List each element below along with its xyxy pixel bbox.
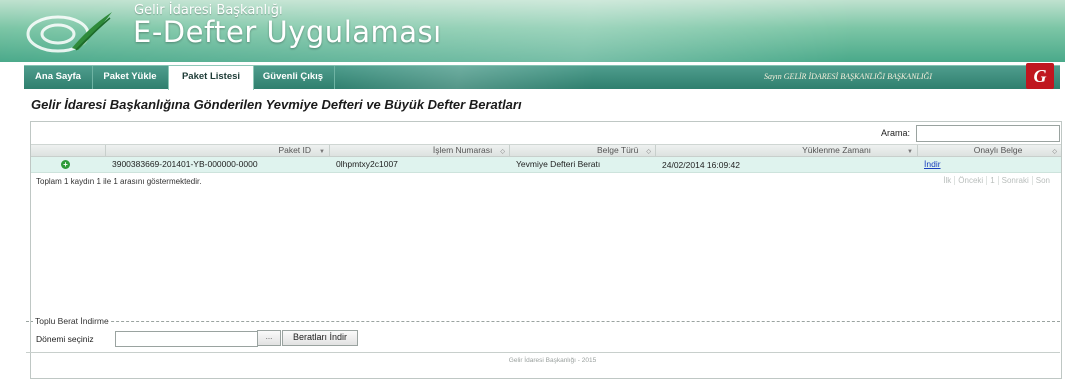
column-label: İşlem Numarası: [432, 145, 493, 155]
gib-badge-icon: G: [1026, 63, 1054, 89]
bulk-download-legend: Toplu Berat İndirme: [33, 316, 111, 326]
column-label: Paket ID: [278, 145, 312, 155]
tab-paket-listesi[interactable]: Paket Listesi: [168, 65, 254, 90]
table-info: Toplam 1 kaydın 1 ile 1 arasını gösterme…: [36, 177, 202, 186]
download-link[interactable]: İndir: [924, 159, 941, 169]
table-toolbar: Arama:: [31, 122, 1061, 145]
column-header-belge-turu[interactable]: Belge Türü ◇: [510, 145, 656, 156]
column-header-yuklenme-zamani[interactable]: Yüklenme Zamanı ▼: [656, 145, 918, 156]
download-berats-button[interactable]: Beratları İndir: [282, 330, 358, 346]
column-header-paket-id[interactable]: Paket ID ▼: [106, 145, 330, 156]
main-nav: Ana Sayfa Paket Yükle Paket Listesi Güve…: [24, 63, 1060, 90]
gib-logo-icon: [26, 12, 112, 53]
cell-belge-turu: Yevmiye Defteri Beratı: [516, 159, 601, 169]
search-label: Arama:: [881, 128, 911, 138]
search-input[interactable]: [916, 125, 1060, 142]
tab-paket-yukle[interactable]: Paket Yükle: [92, 66, 169, 89]
pager-first[interactable]: İlk: [940, 176, 954, 185]
column-header-onayli-belge[interactable]: Onaylı Belge ◇: [918, 145, 1061, 156]
page-title: Gelir İdaresi Başkanlığına Gönderilen Ye…: [31, 97, 522, 112]
bulk-download-fieldset: Toplu Berat İndirme Dönemi seçiniz ... B…: [26, 316, 1060, 347]
table-row: + 3900383669-201401-YB-000000-0000 0lhpm…: [31, 157, 1061, 173]
cell-onayli-belge: İndir: [918, 157, 1061, 172]
cell-paket-id: 3900383669-201401-YB-000000-0000: [112, 159, 258, 169]
app-header: Gelir İdaresi Başkanlığı E-Defter Uygula…: [0, 0, 1065, 62]
column-label: Onaylı Belge: [973, 145, 1023, 155]
user-greeting: Sayın GELİR İDARESİ BAŞKANLIĞI BAŞKANLIĞ…: [764, 72, 932, 81]
column-header-islem-numarasi[interactable]: İşlem Numarası ◇: [330, 145, 510, 156]
tab-ana-sayfa[interactable]: Ana Sayfa: [24, 66, 93, 89]
app-title: E-Defter Uygulaması: [133, 15, 442, 49]
table-header: Paket ID ▼ İşlem Numarası ◇ Belge Türü ◇ Yü…: [31, 145, 1061, 157]
footer-text: Gelir İdaresi Başkanlığı - 2015: [508, 357, 597, 364]
column-header-expand: [31, 145, 106, 156]
tab-guvenli-cikis[interactable]: Güvenli Çıkış: [252, 66, 335, 89]
column-label: Yüklenme Zamanı: [802, 145, 872, 155]
pagination: İlk Önceki 1 Sonraki Son: [940, 176, 1053, 185]
pager-page[interactable]: 1: [986, 176, 998, 185]
column-label: Belge Türü: [596, 145, 639, 155]
browse-button[interactable]: ...: [257, 330, 281, 346]
pager-prev[interactable]: Önceki: [954, 176, 987, 185]
cell-islem-numarasi: 0lhpmtxy2c1007: [336, 159, 398, 169]
expand-row-icon[interactable]: +: [61, 160, 70, 169]
footer-divider: [26, 352, 1060, 353]
cell-yuklenme-zamani: 24/02/2014 16:09:42: [662, 160, 740, 170]
pager-last[interactable]: Son: [1031, 176, 1053, 185]
pager-next[interactable]: Sonraki: [997, 176, 1032, 185]
period-label: Dönemi seçiniz: [36, 334, 94, 344]
period-input[interactable]: [115, 331, 258, 347]
